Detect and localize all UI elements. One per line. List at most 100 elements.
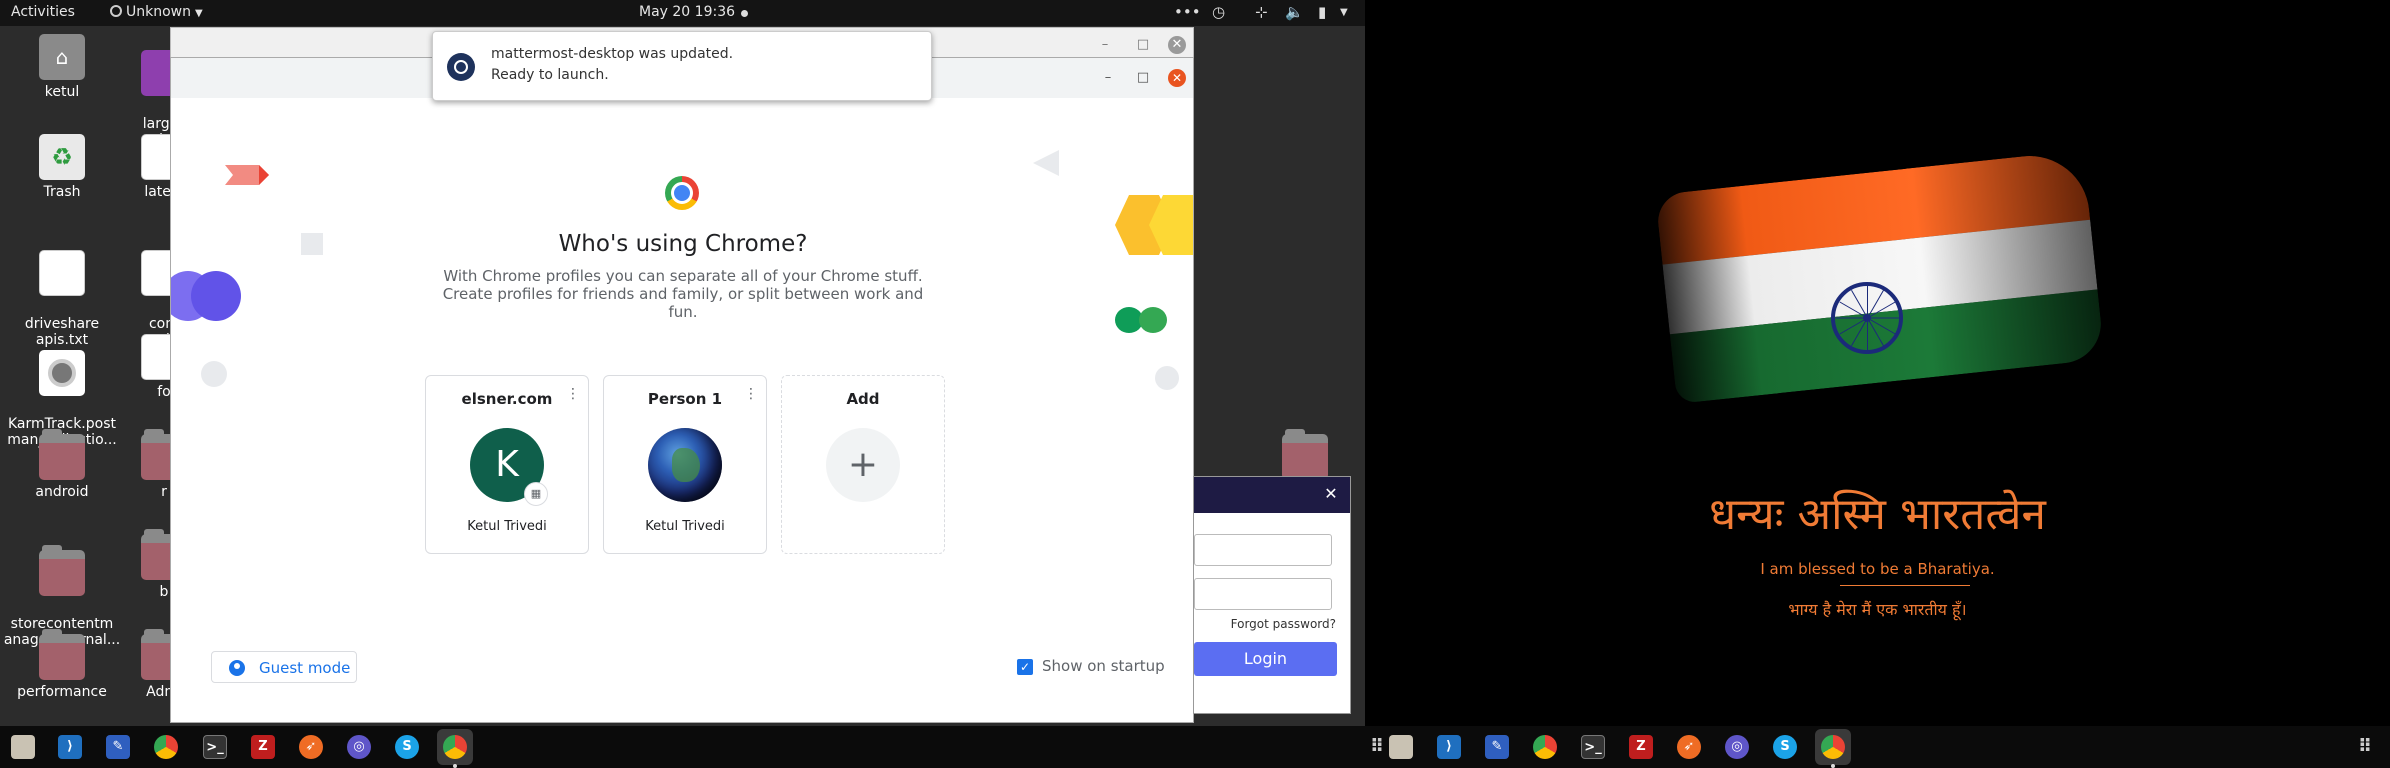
chrome-icon[interactable] — [154, 735, 178, 759]
text-editor-icon[interactable]: ✎ — [1485, 735, 1509, 759]
close-icon[interactable]: ✕ — [1168, 36, 1186, 54]
vscode-icon[interactable]: ⟩ — [58, 735, 82, 759]
chrome-profile-window: – □ ✕ Who's using Chrome? With Chrome pr… — [170, 57, 1194, 723]
mattermost-icon — [447, 53, 475, 81]
login-button[interactable]: Login — [1194, 642, 1337, 676]
right-dock: ⠿ ⟩ ✎ >_ Z ➶ ◎ S ⠿ — [1365, 726, 2390, 768]
guest-mode-label: Guest mode — [259, 659, 351, 677]
server-url-field[interactable] — [1194, 534, 1332, 566]
notification-dot — [741, 10, 748, 17]
profile-card-person-1[interactable]: Person 1 ⋮ Ketul Trivedi — [603, 375, 767, 554]
profile-card-name: Ketul Trivedi — [467, 519, 547, 534]
plus-icon: + — [826, 428, 900, 502]
terminal-icon[interactable]: >_ — [1581, 735, 1605, 759]
close-icon[interactable]: ✕ — [1320, 483, 1342, 505]
notification-body: Ready to launch. — [491, 67, 609, 83]
more-vert-icon[interactable]: ⋮ — [744, 386, 758, 402]
mattermost-login-dialog: ✕ Forgot password? Login — [1193, 476, 1351, 714]
enterprise-badge-icon: ▦ — [524, 482, 548, 506]
india-flag-wallpaper — [1655, 150, 2105, 404]
left-dock: ⟩ ✎ >_ Z ➶ ◎ S — [0, 726, 1365, 768]
close-icon[interactable]: ✕ — [1168, 69, 1186, 87]
guest-mode-button[interactable]: Guest mode — [211, 651, 357, 683]
text-file-icon — [39, 250, 85, 296]
show-apps-icon[interactable]: ⠿ — [1365, 735, 1389, 759]
system-menu-chevron-icon[interactable]: ▼ — [1340, 7, 1348, 18]
decorative-green-pills — [1115, 307, 1169, 333]
clock[interactable]: May 20 19:36 — [639, 4, 735, 20]
running-indicator — [1831, 764, 1835, 768]
filezilla-icon[interactable]: Z — [251, 735, 275, 759]
timer-icon[interactable]: ◷ — [1212, 3, 1225, 21]
postman-icon[interactable]: ➶ — [299, 735, 323, 759]
network-icon[interactable]: ⊹ — [1255, 3, 1268, 21]
show-apps-icon[interactable]: ⠿ — [2353, 735, 2377, 759]
mattermost-icon[interactable]: ◎ — [1725, 735, 1749, 759]
postman-icon[interactable]: ➶ — [1677, 735, 1701, 759]
wallpaper-divider — [1840, 585, 1970, 586]
files-icon[interactable] — [1389, 735, 1413, 759]
folder-icon — [39, 629, 85, 680]
running-indicator — [453, 764, 457, 768]
skype-icon[interactable]: S — [1773, 735, 1797, 759]
profile-card-elsner[interactable]: elsner.com ⋮ K ▦ Ketul Trivedi — [425, 375, 589, 554]
decorative-circle — [1155, 366, 1179, 390]
minimize-icon[interactable]: – — [1099, 69, 1117, 87]
more-icon[interactable]: ••• — [1174, 3, 1201, 21]
mattermost-icon[interactable]: ◎ — [347, 735, 371, 759]
app-menu[interactable]: Unknown ▼ — [110, 4, 203, 20]
home-folder-icon: ⌂ — [39, 34, 85, 80]
decorative-purple-circles — [171, 271, 243, 321]
terminal-icon[interactable]: >_ — [203, 735, 227, 759]
maximize-icon[interactable]: □ — [1134, 36, 1152, 54]
profile-card-title: Person 1 — [647, 390, 723, 408]
chrome-logo-icon — [665, 176, 699, 210]
more-vert-icon[interactable]: ⋮ — [566, 386, 580, 402]
wallpaper-hindi-title: धन्यः अस्मि भारतत्वेन — [1709, 489, 2046, 540]
show-on-startup-checkbox[interactable]: ✓ — [1017, 659, 1033, 675]
chrome-active-icon[interactable] — [1821, 735, 1845, 759]
page-subtitle: With Chrome profiles you can separate al… — [442, 267, 924, 321]
trash-icon: ♻ — [39, 134, 85, 180]
folder-icon — [39, 429, 85, 480]
text-editor-icon[interactable]: ✎ — [106, 735, 130, 759]
app-menu-label: Unknown — [126, 4, 191, 20]
battery-icon[interactable]: ▮ — [1318, 3, 1326, 21]
right-monitor: धन्यः अस्मि भारतत्वेन I am blessed to be… — [1365, 0, 2390, 726]
show-on-startup-label[interactable]: Show on startup — [1042, 657, 1165, 675]
decorative-triangle — [1033, 150, 1059, 176]
folder-icon — [39, 545, 85, 596]
forgot-password-link[interactable]: Forgot password? — [1231, 617, 1336, 631]
ashoka-chakra — [1831, 282, 1903, 354]
json-file-icon — [39, 350, 85, 396]
dialog-header: ✕ — [1194, 477, 1350, 513]
skype-icon[interactable]: S — [395, 735, 419, 759]
filezilla-icon[interactable]: Z — [1629, 735, 1653, 759]
minimize-icon[interactable]: – — [1096, 36, 1114, 54]
left-monitor: Activities Unknown ▼ May 20 19:36 ••• ◷ ⊹… — [0, 0, 1365, 768]
app-menu-icon — [110, 5, 122, 17]
add-profile-title: Add — [846, 390, 880, 408]
chrome-active-icon[interactable] — [443, 735, 467, 759]
maximize-icon[interactable]: □ — [1134, 69, 1152, 87]
page-title: Who's using Chrome? — [558, 231, 808, 257]
update-notification[interactable]: mattermost-desktop was updated. Ready to… — [432, 31, 932, 101]
notification-title: mattermost-desktop was updated. — [491, 46, 734, 62]
screen: Activities Unknown ▼ May 20 19:36 ••• ◷ ⊹… — [0, 0, 2390, 768]
activities-button[interactable]: Activities — [11, 4, 75, 20]
wallpaper-english-line: I am blessed to be a Bharatiya. — [1760, 560, 1995, 578]
profile-card-title: elsner.com — [461, 390, 553, 408]
avatar — [648, 428, 722, 502]
password-field[interactable] — [1194, 578, 1332, 610]
decorative-circle — [201, 361, 227, 387]
chrome-icon[interactable] — [1533, 735, 1557, 759]
folder-icon — [1282, 429, 1328, 480]
top-bar: Activities Unknown ▼ May 20 19:36 ••• ◷ ⊹… — [0, 0, 1365, 26]
add-profile-card[interactable]: Add + — [781, 375, 945, 554]
files-icon[interactable] — [11, 735, 35, 759]
decorative-arrow-shape — [225, 165, 269, 185]
person-icon — [229, 660, 245, 676]
wallpaper-hindi-line: भाग्य है मेरा मैं एक भारतीय हूँ। — [1788, 600, 1967, 619]
volume-icon[interactable]: 🔈 — [1285, 3, 1304, 21]
vscode-icon[interactable]: ⟩ — [1437, 735, 1461, 759]
